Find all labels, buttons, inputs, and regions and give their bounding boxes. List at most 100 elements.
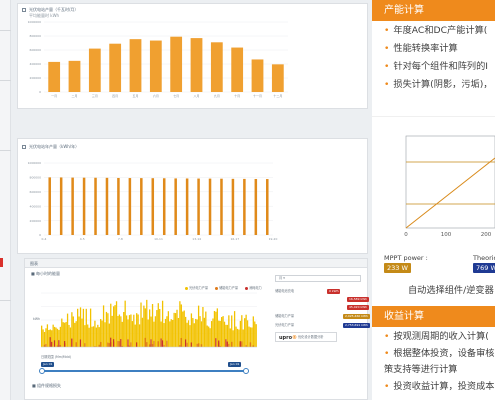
energy-bar xyxy=(102,305,105,347)
auto-select-caption: 自动选择组件/逆变器 xyxy=(408,285,494,296)
bullet-item: • 损失计算(阴影，污垢)， xyxy=(384,79,493,90)
energy-bar xyxy=(128,315,131,347)
energy-bar xyxy=(202,306,204,347)
energy-bar xyxy=(81,318,83,347)
consumption-bar xyxy=(127,339,129,347)
x-tick-label: 四月 xyxy=(112,94,118,98)
bar xyxy=(162,178,166,235)
storage-bar xyxy=(197,343,200,347)
energy-bar xyxy=(205,311,207,347)
energy-bar xyxy=(95,327,98,347)
slider-handle-end[interactable] xyxy=(243,368,249,374)
energy-bar xyxy=(164,318,167,347)
bullet-item: • 按观测周期的收入计算( xyxy=(384,331,489,342)
storage-bar xyxy=(84,343,86,347)
bar xyxy=(208,178,212,235)
bar xyxy=(185,178,189,235)
energy-bar xyxy=(141,317,144,347)
consumption-bar xyxy=(113,339,115,347)
kpi-label: 储能电力产量 xyxy=(275,314,295,318)
sidebar-active-marker xyxy=(0,258,3,267)
storage-bar xyxy=(108,343,110,347)
consumption-bar xyxy=(150,339,152,347)
sidebar-divider xyxy=(0,150,11,151)
bar xyxy=(251,59,264,92)
storage-bar xyxy=(249,342,252,347)
bar xyxy=(94,177,97,235)
storage-bar xyxy=(144,337,146,347)
mppt-x-tick-label: 100 xyxy=(441,232,452,238)
energy-bar xyxy=(159,308,161,347)
consumption-bar xyxy=(226,341,228,347)
energy-bar xyxy=(68,324,70,347)
bullet-item: • 针对每个组件和阵列的I xyxy=(384,61,489,72)
consumption-bar xyxy=(160,338,162,347)
storage-bar xyxy=(228,343,230,347)
x-tick-label: 一月 xyxy=(51,94,57,98)
slider-handle-start[interactable] xyxy=(39,368,45,374)
x-tick-label: 八月 xyxy=(193,94,199,98)
energy-bar xyxy=(169,321,171,347)
storage-bar xyxy=(117,340,119,347)
energy-bar xyxy=(203,317,206,347)
mppt-plot-frame xyxy=(405,135,495,229)
storage-bar xyxy=(157,341,159,347)
energy-bar xyxy=(208,326,210,347)
energy-bar xyxy=(244,318,246,347)
energy-bar xyxy=(197,305,200,347)
period-select[interactable]: 月 ▾ xyxy=(275,275,361,282)
mppt-power-badge: 233 W xyxy=(384,263,411,273)
energy-bar xyxy=(134,324,136,347)
energy-bar xyxy=(91,326,93,347)
energy-bar xyxy=(94,320,96,347)
energy-bar xyxy=(105,311,108,347)
x-tick-label: 三月 xyxy=(92,94,98,98)
y-tick-label: 200000 xyxy=(30,76,42,80)
x-tick-label: 九月 xyxy=(214,93,220,98)
section-header-production: 产能计算 xyxy=(372,0,495,21)
consumption-bar xyxy=(79,339,82,347)
y-tick-label: 600000 xyxy=(30,48,42,52)
bar xyxy=(231,47,244,92)
storage-bar xyxy=(149,344,151,347)
consumption-bar xyxy=(64,341,66,347)
sidebar-divider xyxy=(0,80,11,81)
energy-bar xyxy=(115,301,118,347)
date-range-slider[interactable] xyxy=(41,370,247,372)
energy-bar xyxy=(236,328,239,347)
storage-bar xyxy=(98,344,100,347)
kpi-value-badge: 45,020 kWh xyxy=(347,305,370,310)
kpi-value-badge: 16,589 kWh xyxy=(347,297,370,302)
bar xyxy=(210,42,223,92)
energy-bar xyxy=(213,310,216,347)
energy-bar xyxy=(133,314,135,347)
monthly-bar-chart: 1000000 800000 600000 400000 200000 0 一月 二月 三月 四月… xyxy=(28,20,288,98)
consumption-bar xyxy=(218,340,220,347)
upro-logo-button[interactable]: upro® 优化设计数据分析 xyxy=(275,332,337,342)
bar xyxy=(128,178,132,235)
energy-bar xyxy=(123,312,125,347)
energy-bar xyxy=(121,321,123,347)
energy-bar xyxy=(56,328,59,347)
energy-bar xyxy=(140,302,142,347)
bullet-item: • 性能转换率计算 xyxy=(384,43,458,54)
energy-bar xyxy=(192,318,194,347)
energy-bar xyxy=(107,313,109,347)
energy-bar xyxy=(193,323,195,347)
y-tick-label: 0 xyxy=(39,90,41,94)
energy-bar xyxy=(222,316,224,347)
energy-bar xyxy=(183,310,185,347)
left-sidebar[interactable] xyxy=(0,0,11,400)
energy-bar xyxy=(167,311,170,347)
energy-bar xyxy=(66,313,69,347)
y-tick-label: 600000 xyxy=(30,190,42,194)
energy-bar xyxy=(251,327,253,347)
footer-section-label: ■ 组件规格损失 xyxy=(32,383,62,388)
bar xyxy=(190,38,203,92)
energy-bar xyxy=(182,311,184,347)
bar xyxy=(271,64,284,92)
energy-bar xyxy=(252,316,254,347)
bar xyxy=(149,40,162,92)
consumption-bar xyxy=(161,340,164,347)
storage-bar xyxy=(146,342,148,347)
